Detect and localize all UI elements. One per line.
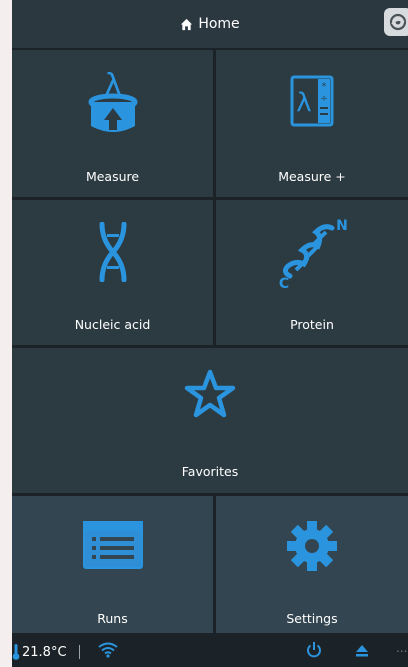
header-bar: Home xyxy=(12,0,408,48)
status-bar: 21.8°C ... xyxy=(12,636,408,667)
lambda-calculator-icon: λ * ÷ xyxy=(290,75,334,127)
status-divider xyxy=(79,645,80,659)
tile-label: Runs xyxy=(97,611,128,626)
power-icon[interactable] xyxy=(306,641,322,659)
c-terminus-label: C xyxy=(279,276,289,292)
tile-protein[interactable]: N C Protein xyxy=(216,200,408,345)
tile-nucleic-acid[interactable]: Nucleic acid xyxy=(12,200,213,345)
svg-text:λ: λ xyxy=(296,88,311,118)
tile-favorites[interactable]: Favorites xyxy=(12,348,408,493)
protein-helix-icon: N C xyxy=(279,218,348,292)
gear-icon xyxy=(287,521,337,571)
thermometer-icon xyxy=(12,644,20,660)
svg-text:*: * xyxy=(322,82,327,92)
eject-icon[interactable] xyxy=(355,644,369,658)
tile-measure[interactable]: λ Measure xyxy=(12,50,213,197)
tile-label: Settings xyxy=(286,611,338,626)
wifi-icon[interactable] xyxy=(98,642,118,658)
dna-icon xyxy=(99,222,126,282)
brand-logo-icon xyxy=(389,13,407,31)
tile-settings[interactable]: Settings xyxy=(216,496,408,633)
lambda-cylinder-upload-icon: λ xyxy=(88,68,137,132)
tile-label: Protein xyxy=(290,317,334,332)
more-indicator[interactable]: ... xyxy=(396,641,407,655)
tile-runs[interactable]: Runs xyxy=(12,496,213,633)
tile-measure-plus[interactable]: λ * ÷ Measure + xyxy=(216,50,408,197)
tile-label: Measure xyxy=(85,169,140,184)
svg-text:÷: ÷ xyxy=(320,94,328,104)
tile-label: Nucleic acid xyxy=(74,317,151,332)
star-icon xyxy=(184,369,236,418)
page-title: Home xyxy=(198,16,240,32)
tile-label: Measure + xyxy=(278,169,346,184)
brand-logo-button[interactable] xyxy=(384,8,408,36)
temperature-readout: 21.8°C xyxy=(12,644,67,660)
n-terminus-label: N xyxy=(336,218,348,234)
list-icon xyxy=(82,521,143,569)
temperature-value: 21.8°C xyxy=(22,644,67,660)
tile-label: Favorites xyxy=(181,464,239,479)
home-icon xyxy=(181,18,193,30)
app-window: Home λ Measure λ * ÷ Measure + Nucleic a… xyxy=(12,0,408,667)
